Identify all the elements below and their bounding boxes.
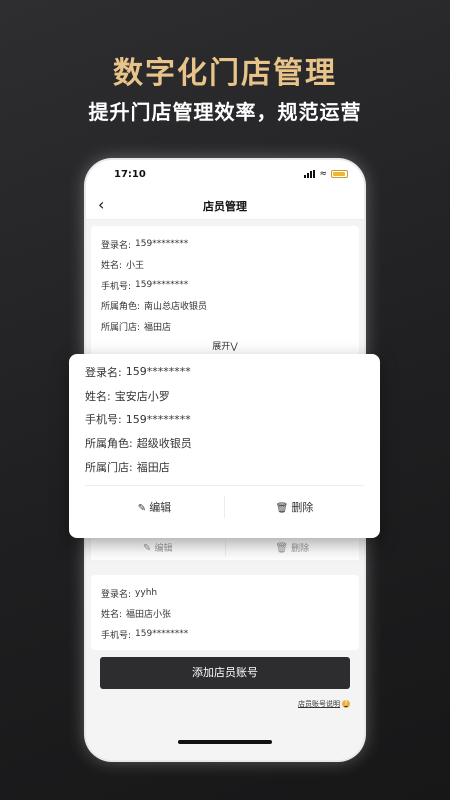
wifi-icon: ≈ [319, 169, 327, 179]
field-value: 小王 [126, 261, 145, 272]
battery-icon [331, 170, 348, 178]
field-value: 福田店小张 [126, 610, 172, 621]
signal-icon [304, 170, 316, 178]
field-name: 姓名: 宝安店小罗 [85, 384, 364, 408]
field-name: 姓名: 福田店小张 [101, 604, 349, 625]
field-label: 所属角色: [101, 302, 141, 313]
field-label: 手机号: [85, 413, 122, 427]
field-role: 所属角色: 南山总店收银员 [101, 296, 349, 317]
field-phone: 手机号: 159******** [101, 624, 349, 645]
field-label: 姓名: [85, 389, 111, 403]
promo-subline: 提升门店管理效率，规范运营 [88, 100, 362, 124]
field-store: 所属门店: 福田店 [85, 455, 364, 479]
field-phone: 手机号: 159******** [85, 408, 364, 432]
field-name: 姓名: 小王 [101, 255, 349, 276]
field-label: 所属角色: [85, 437, 133, 451]
field-value: yyhh [135, 588, 158, 599]
field-value: 南山总店收银员 [144, 302, 208, 313]
chevron-down-icon: ⋁ [230, 341, 238, 352]
field-phone: 手机号: 159******** [101, 275, 349, 296]
delete-button[interactable]: 🗑 删除 [226, 536, 360, 560]
edit-label: 编辑 [149, 500, 172, 514]
edit-icon: ✎ [143, 543, 152, 554]
page-title: 店员管理 [203, 200, 247, 213]
staff-card: 登录名: 159******** 姓名: 小王 手机号: 159******** 所属… [91, 226, 359, 360]
field-value: 159******** [135, 239, 189, 250]
card-actions: ✎ 编辑 🗑 删除 [85, 486, 364, 528]
add-staff-button[interactable]: 添加店员账号 [100, 657, 350, 689]
field-value: 159******** [135, 280, 189, 291]
help-link[interactable]: 店员账号说明? [298, 699, 350, 709]
delete-label: 删除 [291, 544, 310, 554]
field-value: 宝安店小罗 [114, 389, 170, 403]
field-value: 福田店 [136, 461, 170, 475]
field-label: 所属门店: [85, 461, 133, 475]
nav-bar: ‹ 店员管理 [86, 190, 364, 220]
field-label: 登录名: [101, 589, 132, 600]
edit-button[interactable]: ✎ 编辑 [91, 536, 225, 560]
help-link-label: 店员账号说明 [298, 700, 340, 708]
field-label: 姓名: [101, 261, 123, 272]
question-icon: ? [342, 700, 350, 708]
field-label: 所属门店: [101, 322, 141, 333]
trash-icon: 🗑 [275, 543, 289, 554]
status-icons: ≈ [304, 169, 348, 179]
field-store: 所属门店: 福田店 [101, 316, 349, 337]
trash-icon: 🗑 [275, 502, 289, 514]
field-login: 登录名: 159******** [101, 234, 349, 255]
status-time: 17:10 [114, 169, 146, 180]
field-label: 手机号: [101, 630, 132, 641]
status-bar: 17:10 ≈ [86, 160, 364, 190]
staff-card: 登录名: yyhh 姓名: 福田店小张 手机号: 159******** [91, 575, 359, 650]
promo-headline: 数字化门店管理 [113, 56, 337, 91]
edit-button[interactable]: ✎ 编辑 [85, 499, 224, 515]
home-indicator [178, 740, 272, 744]
card-actions-faded: ✎ 编辑 🗑 删除 [91, 536, 359, 560]
delete-label: 删除 [291, 500, 314, 514]
field-role: 所属角色: 超级收银员 [85, 431, 364, 455]
edit-icon: ✎ [137, 502, 147, 514]
field-value: 159******** [135, 629, 189, 640]
field-label: 登录名: [101, 240, 132, 251]
field-value: 159******** [125, 412, 191, 426]
field-login: 登录名: 159******** [85, 360, 364, 384]
field-label: 手机号: [101, 281, 132, 292]
delete-button[interactable]: 🗑 删除 [225, 499, 364, 515]
expand-label: 展开 [212, 341, 231, 352]
field-value: 福田店 [144, 322, 172, 333]
edit-label: 编辑 [154, 544, 173, 554]
field-login: 登录名: yyhh [101, 583, 349, 604]
field-value: 159******** [125, 365, 191, 379]
highlighted-staff-card: 登录名: 159******** 姓名: 宝安店小罗 手机号: 159********… [69, 354, 380, 538]
expand-button[interactable]: 展开⋁ [101, 339, 349, 352]
field-label: 登录名: [85, 365, 122, 379]
field-label: 姓名: [101, 610, 123, 621]
field-value: 超级收银员 [136, 437, 192, 451]
